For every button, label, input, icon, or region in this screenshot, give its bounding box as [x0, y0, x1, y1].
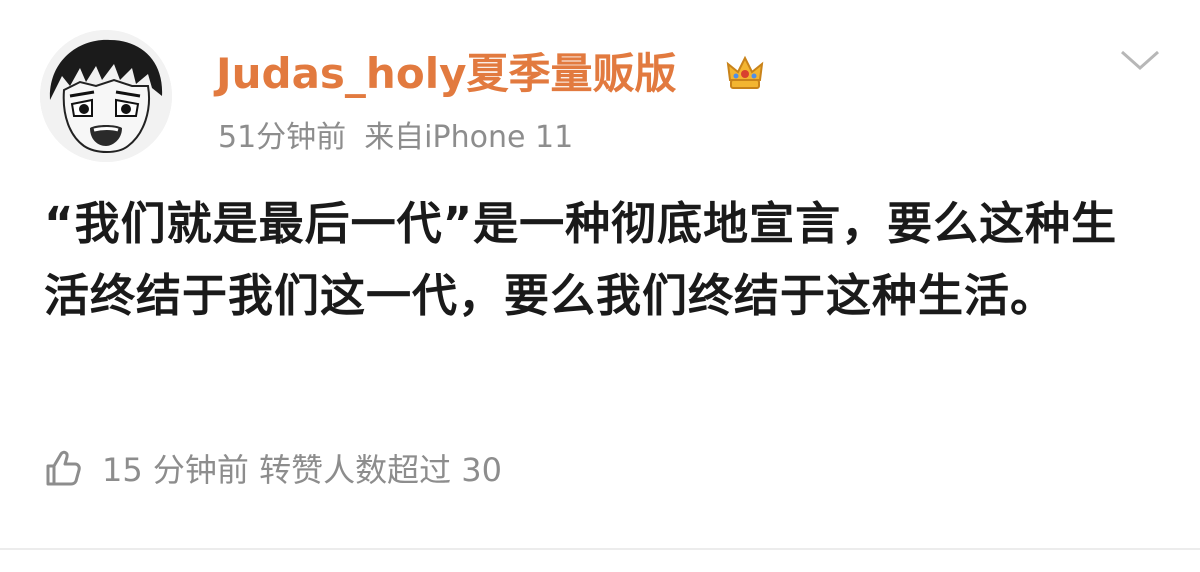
footer-text: 15 分钟前 转赞人数超过 30: [102, 451, 502, 489]
thumbs-up-icon[interactable]: [40, 446, 84, 490]
avatar-illustration: [40, 30, 172, 162]
crown-icon: [722, 50, 768, 96]
post-source: 来自iPhone 11: [364, 120, 574, 155]
user-avatar[interactable]: [40, 30, 172, 162]
weibo-post: Judas_holy夏季量贩版 51分钟前 来自iPhone 11 “我们就是最后…: [0, 0, 1200, 572]
post-time: 51分钟前: [218, 120, 347, 155]
post-meta: 51分钟前 来自iPhone 11: [218, 116, 573, 160]
post-footer: 15 分钟前 转赞人数超过 30: [40, 442, 502, 494]
divider: [0, 548, 1200, 550]
chevron-down-icon[interactable]: [1118, 46, 1162, 74]
username[interactable]: Judas_holy夏季量贩版: [216, 44, 676, 104]
post-content: “我们就是最后一代”是一种彻底地宣言，要么这种生活终结于我们这一代，要么我们终结…: [44, 197, 1118, 322]
